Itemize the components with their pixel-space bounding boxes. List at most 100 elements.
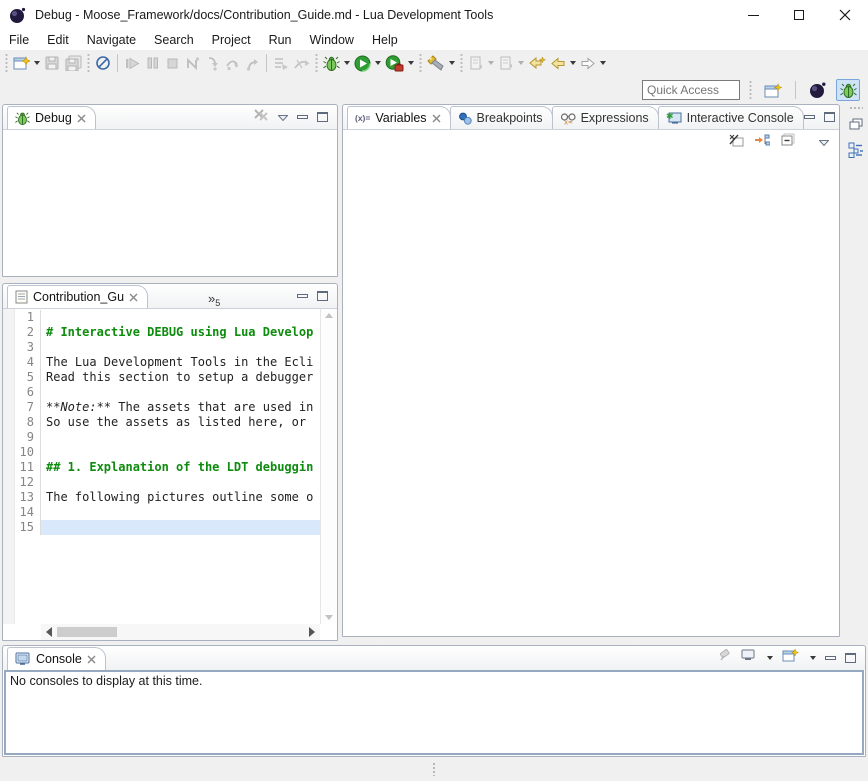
menu-navigate[interactable]: Navigate — [78, 30, 145, 50]
save-button[interactable] — [42, 52, 62, 74]
tab-close-icon[interactable] — [87, 655, 96, 664]
save-all-button[interactable] — [62, 52, 84, 74]
tab-variables[interactable]: (x)= Variables — [347, 106, 451, 129]
window-close-button[interactable] — [822, 0, 868, 30]
display-selected-console-icon[interactable] — [741, 649, 756, 667]
pin-console-icon[interactable] — [718, 649, 732, 667]
maximize-view-icon[interactable] — [845, 653, 856, 663]
menu-window[interactable]: Window — [301, 30, 363, 50]
forward-button[interactable] — [578, 52, 608, 74]
back-button[interactable] — [548, 52, 578, 74]
external-tools-button[interactable] — [383, 52, 416, 74]
suspend-button[interactable] — [142, 52, 162, 74]
step-return-button[interactable] — [242, 52, 262, 74]
tab-expressions[interactable]: x= Expressions — [552, 106, 659, 129]
view-menu-icon[interactable] — [819, 133, 829, 151]
tab-breakpoints[interactable]: Breakpoints — [450, 106, 553, 129]
editor-line[interactable]: 12 — [16, 475, 320, 490]
editor-line[interactable]: 8 So use the assets as listed here, or — [16, 415, 320, 430]
maximize-view-icon[interactable] — [317, 112, 328, 122]
editor-line[interactable]: 2 # Interactive DEBUG using Lua Develop — [16, 325, 320, 340]
tab-close-icon[interactable] — [432, 114, 441, 123]
variables-view-content[interactable] — [343, 154, 839, 636]
disconnect-button[interactable] — [182, 52, 202, 74]
annotation-ruler[interactable] — [3, 309, 15, 624]
tab-interactive-console[interactable]: ✱ Interactive Console — [658, 106, 804, 129]
sash-left-right[interactable] — [338, 104, 342, 637]
menu-project[interactable]: Project — [203, 30, 260, 50]
scroll-up-icon[interactable] — [325, 313, 333, 318]
restore-view-icon[interactable] — [849, 117, 863, 135]
editor-line[interactable]: 6 — [16, 385, 320, 400]
status-drag-handle[interactable] — [432, 762, 436, 776]
tab-close-icon[interactable] — [129, 293, 138, 302]
previous-annotation-button[interactable] — [466, 52, 496, 74]
minimize-view-icon[interactable] — [825, 656, 836, 660]
editor-vertical-scrollbar[interactable] — [320, 309, 337, 624]
minimize-view-icon[interactable] — [297, 294, 308, 298]
open-console-icon[interactable] — [782, 648, 799, 668]
menu-edit[interactable]: Edit — [38, 30, 78, 50]
tab-close-icon[interactable] — [77, 114, 86, 123]
collapse-all-icon[interactable] — [780, 133, 795, 151]
editor-line[interactable]: 3 — [16, 340, 320, 355]
search-button[interactable] — [425, 52, 457, 74]
quick-access-input[interactable] — [642, 80, 740, 100]
maximize-view-icon[interactable] — [317, 291, 328, 301]
skip-all-breakpoints-button[interactable] — [93, 52, 113, 74]
sash-debug-editor[interactable] — [2, 277, 338, 283]
toolbar-grip[interactable] — [459, 54, 464, 72]
step-into-button[interactable] — [202, 52, 222, 74]
use-step-filters-button[interactable] — [271, 52, 291, 74]
menu-search[interactable]: Search — [145, 30, 203, 50]
new-wizard-button[interactable] — [11, 52, 42, 74]
toolbar-grip[interactable] — [86, 54, 91, 72]
menu-run[interactable]: Run — [260, 30, 301, 50]
scrollbar-thumb[interactable] — [57, 627, 117, 637]
editor-line[interactable]: 4 The Lua Development Tools in the Ecli — [16, 355, 320, 370]
editor-horizontal-scrollbar[interactable] — [41, 624, 320, 640]
editor-line[interactable]: 14 — [16, 505, 320, 520]
menu-help[interactable]: Help — [363, 30, 407, 50]
view-menu-icon[interactable] — [278, 108, 288, 126]
editor-line[interactable]: 7 **Note:** The assets that are used in — [16, 400, 320, 415]
window-maximize-button[interactable] — [776, 0, 822, 30]
tab-console[interactable]: Console — [7, 647, 106, 670]
editor-text-area[interactable]: 1 2 # Interactive DEBUG using Lua Develo… — [3, 309, 320, 624]
scroll-down-icon[interactable] — [325, 615, 333, 620]
maximize-view-icon[interactable] — [824, 112, 835, 122]
menu-file[interactable]: File — [0, 30, 38, 50]
display-console-dropdown-icon[interactable] — [767, 656, 773, 660]
toolbar-grip[interactable] — [418, 54, 423, 72]
editor-line[interactable]: 13 The following pictures outline some o — [16, 490, 320, 505]
window-minimize-button[interactable] — [730, 0, 776, 30]
debug-perspective-button[interactable] — [836, 79, 860, 101]
toolbar-grip[interactable] — [314, 54, 319, 72]
scroll-right-icon[interactable] — [309, 627, 315, 637]
hidden-editors-chevron[interactable]: »5 — [208, 291, 220, 308]
last-edit-location-button[interactable] — [526, 52, 548, 74]
editor-line[interactable]: 11 ## 1. Explanation of the LDT debuggin — [16, 460, 320, 475]
trim-drag-handle[interactable] — [849, 106, 863, 110]
toggle-step-filters-button[interactable] — [291, 52, 312, 74]
step-over-button[interactable] — [222, 52, 242, 74]
show-logical-structure-icon[interactable] — [754, 133, 770, 152]
tab-contribution-guide[interactable]: Contribution_Gu — [7, 285, 148, 308]
console-content[interactable]: No consoles to display at this time. — [4, 670, 864, 755]
editor-line[interactable]: 9 — [16, 430, 320, 445]
toolbar-grip[interactable] — [4, 54, 9, 72]
remove-all-terminated-icon[interactable] — [253, 108, 269, 127]
run-button[interactable] — [352, 52, 383, 74]
next-annotation-button[interactable] — [496, 52, 526, 74]
debug-view-content[interactable] — [3, 129, 337, 276]
editor-line[interactable]: 10 — [16, 445, 320, 460]
toolbar-grip[interactable] — [748, 81, 753, 99]
scroll-left-icon[interactable] — [46, 627, 52, 637]
outline-view-icon[interactable] — [848, 142, 864, 163]
editor-line[interactable]: 15 — [16, 520, 320, 535]
sash-console[interactable] — [2, 641, 866, 645]
editor-line[interactable]: 1 — [16, 310, 320, 325]
open-console-dropdown-icon[interactable] — [810, 656, 816, 660]
show-type-names-icon[interactable] — [729, 133, 744, 152]
tab-debug[interactable]: Debug — [7, 106, 96, 129]
